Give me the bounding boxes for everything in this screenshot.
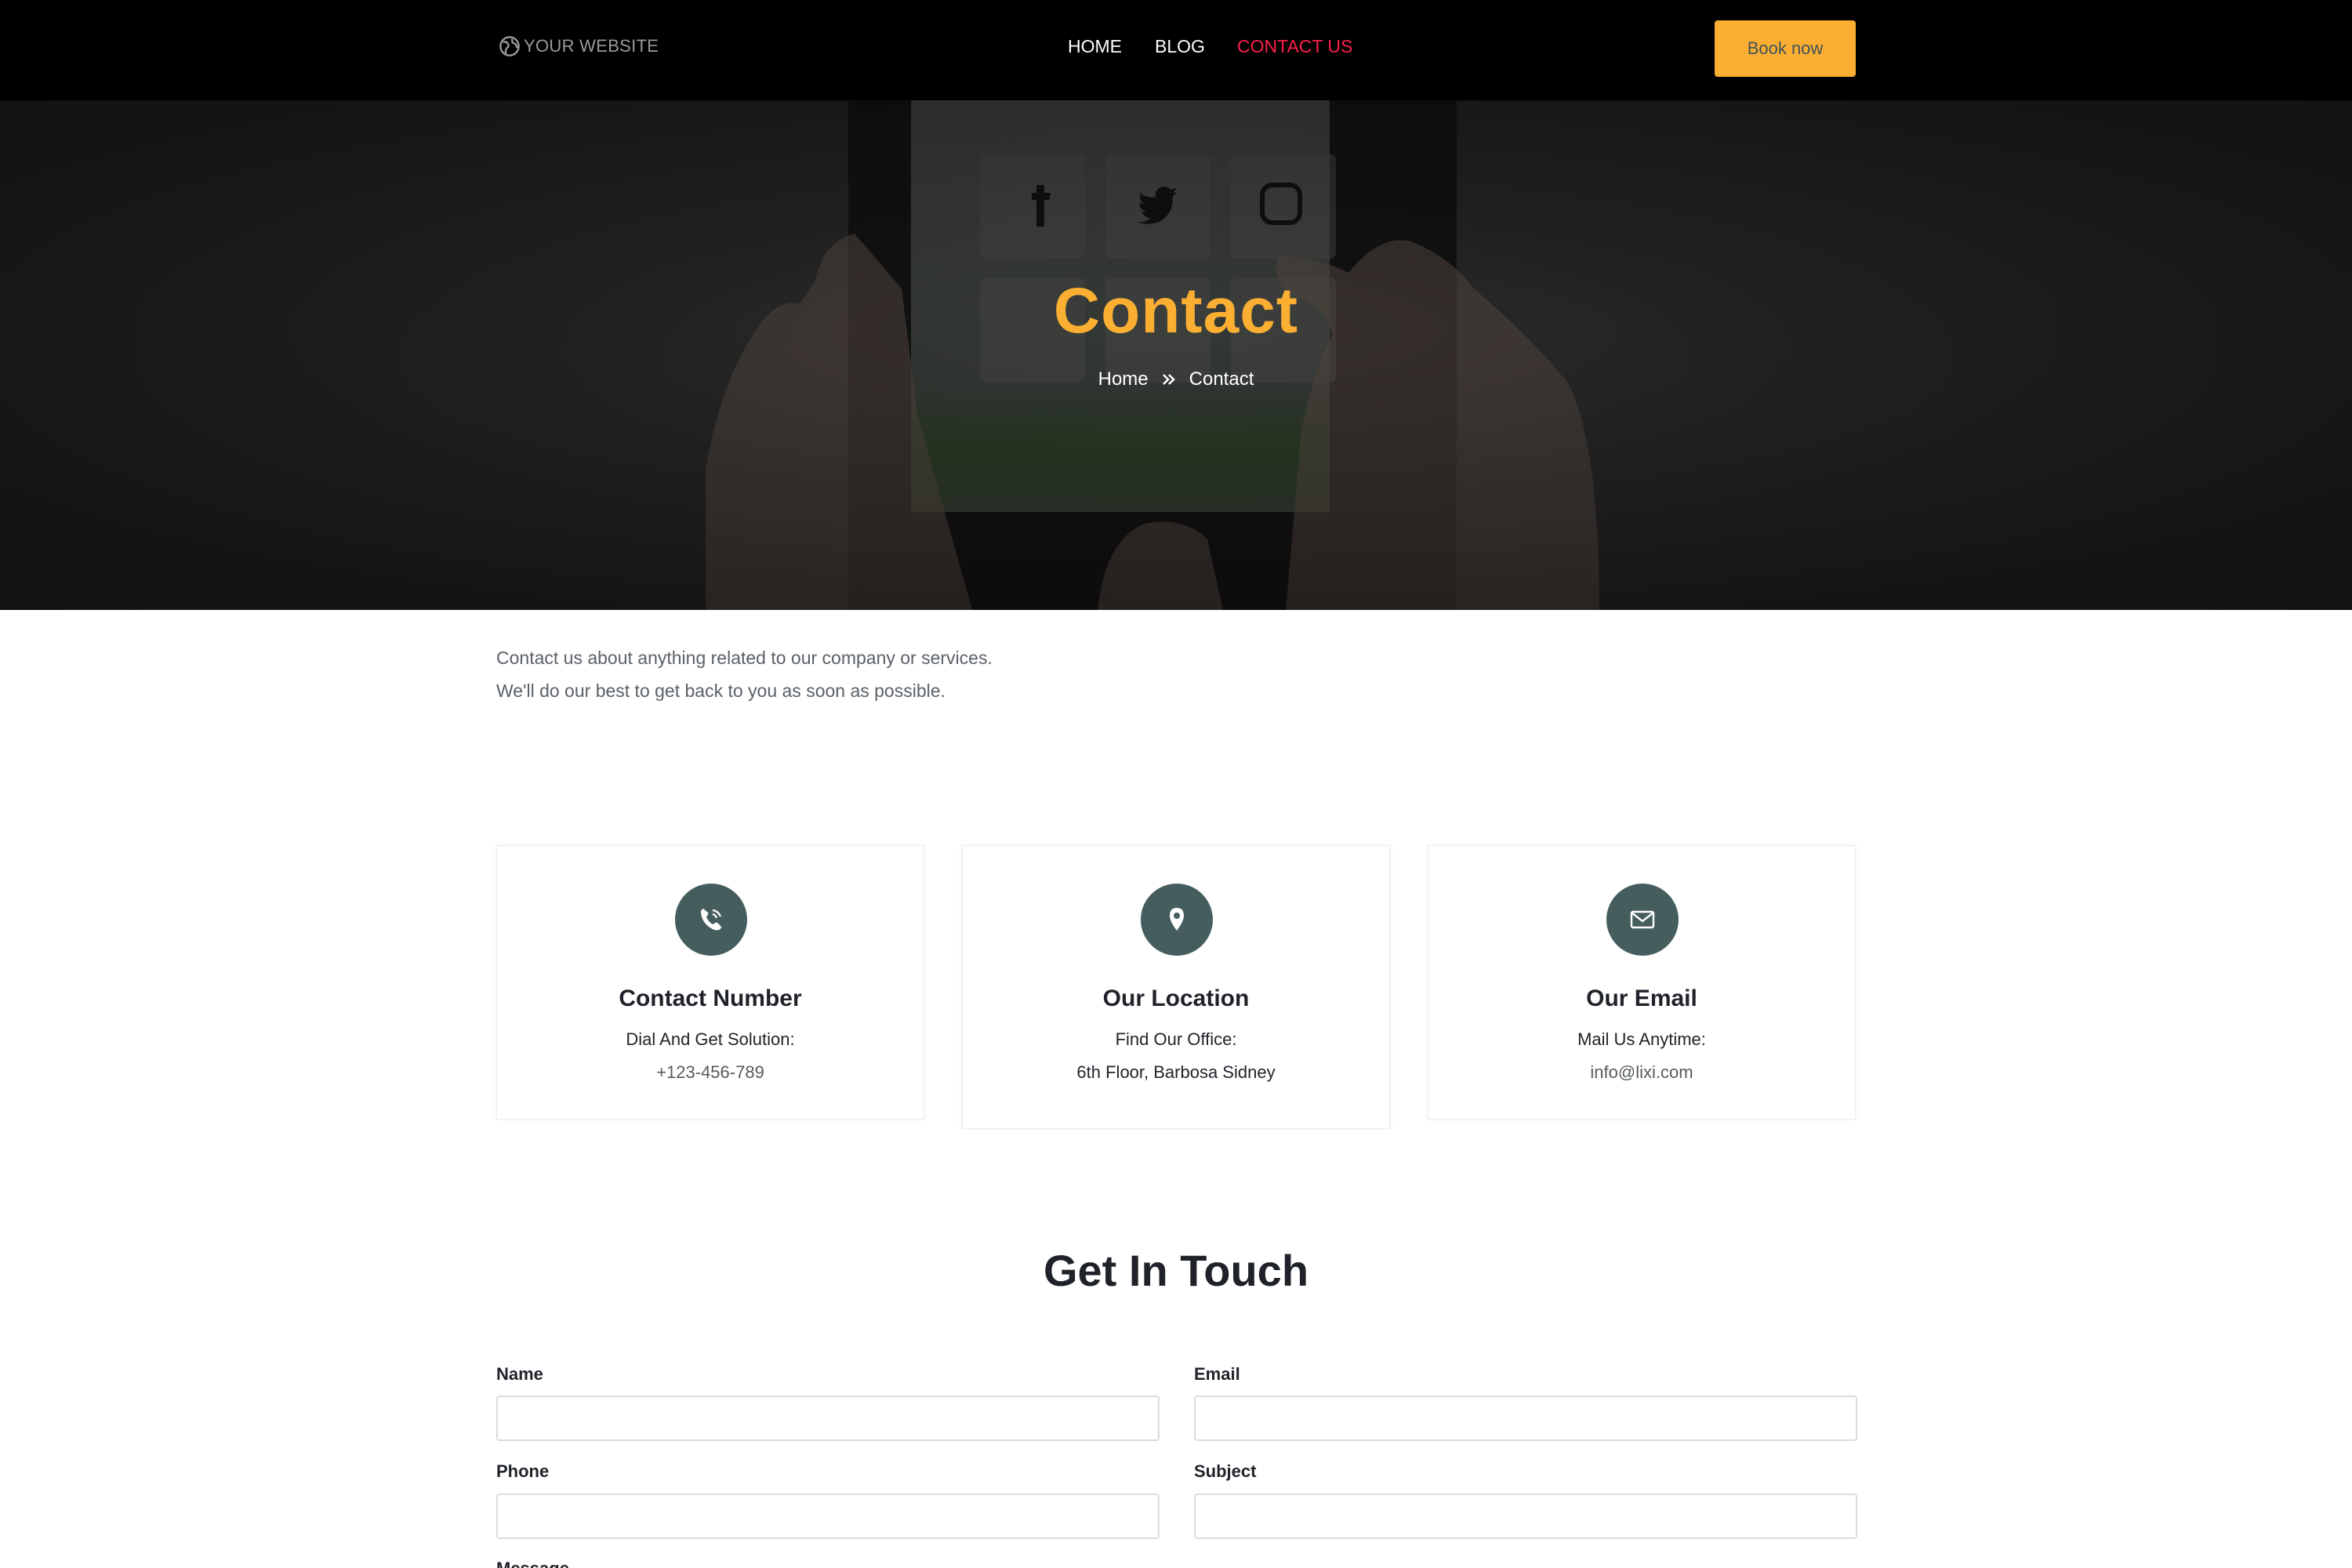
nav-link-contact-us[interactable]: CONTACT US — [1237, 36, 1352, 57]
location-pin-icon — [1141, 884, 1213, 956]
contact-number-card: Contact Number Dial And Get Solution: +1… — [496, 845, 924, 1120]
email-card: Our Email Mail Us Anytime: info@lixi.com — [1428, 845, 1856, 1120]
card-title: Contact Number — [619, 985, 802, 1011]
book-now-button[interactable]: Book now — [1715, 20, 1856, 77]
location-card: Our Location Find Our Office: 6th Floor,… — [962, 845, 1390, 1129]
globe-icon — [499, 36, 520, 56]
envelope-icon — [1606, 884, 1679, 956]
breadcrumb: Home Contact — [0, 368, 2352, 390]
nav-link-home[interactable]: HOME — [1068, 36, 1122, 57]
card-title: Our Email — [1586, 985, 1697, 1011]
card-subtitle: Mail Us Anytime: — [1577, 1029, 1706, 1049]
phone-icon — [675, 884, 747, 956]
email-input[interactable] — [1194, 1396, 1857, 1441]
breadcrumb-current: Contact — [1189, 368, 1254, 390]
phone-label: Phone — [496, 1461, 550, 1481]
page-title: Contact — [1053, 275, 1299, 347]
phone-input[interactable] — [496, 1494, 1160, 1539]
card-subtitle: Dial And Get Solution: — [626, 1029, 795, 1049]
get-in-touch-title: Get In Touch — [1043, 1246, 1309, 1295]
subject-input[interactable] — [1194, 1494, 1857, 1539]
intro-text: Contact us about anything related to our… — [496, 641, 993, 707]
name-label: Name — [496, 1364, 543, 1384]
card-subtitle: Find Our Office: — [1115, 1029, 1237, 1049]
logo-text: YOUR WEBSITE — [524, 36, 659, 56]
intro-line-2: We'll do our best to get back to you as … — [496, 681, 946, 701]
double-chevron-right-icon — [1162, 374, 1175, 385]
breadcrumb-home[interactable]: Home — [1098, 368, 1149, 390]
phone-number[interactable]: +123-456-789 — [497, 1062, 924, 1083]
hero-banner: Contact Home Contact — [0, 100, 2352, 610]
message-label: Message — [496, 1559, 569, 1568]
logo[interactable]: YOUR WEBSITE — [499, 34, 659, 58]
hero-background-image — [0, 100, 2352, 610]
intro-line-1: Contact us about anything related to our… — [496, 648, 993, 668]
card-title: Our Location — [1102, 985, 1250, 1011]
navbar: YOUR WEBSITE HOME BLOG CONTACT US Book n… — [0, 0, 2352, 100]
name-input[interactable] — [496, 1396, 1160, 1441]
subject-label: Subject — [1194, 1461, 1257, 1481]
email-label: Email — [1194, 1364, 1240, 1384]
nav-link-blog[interactable]: BLOG — [1155, 36, 1205, 57]
office-address: 6th Floor, Barbosa Sidney — [1076, 1062, 1276, 1082]
email-address[interactable]: info@lixi.com — [1428, 1062, 1855, 1083]
